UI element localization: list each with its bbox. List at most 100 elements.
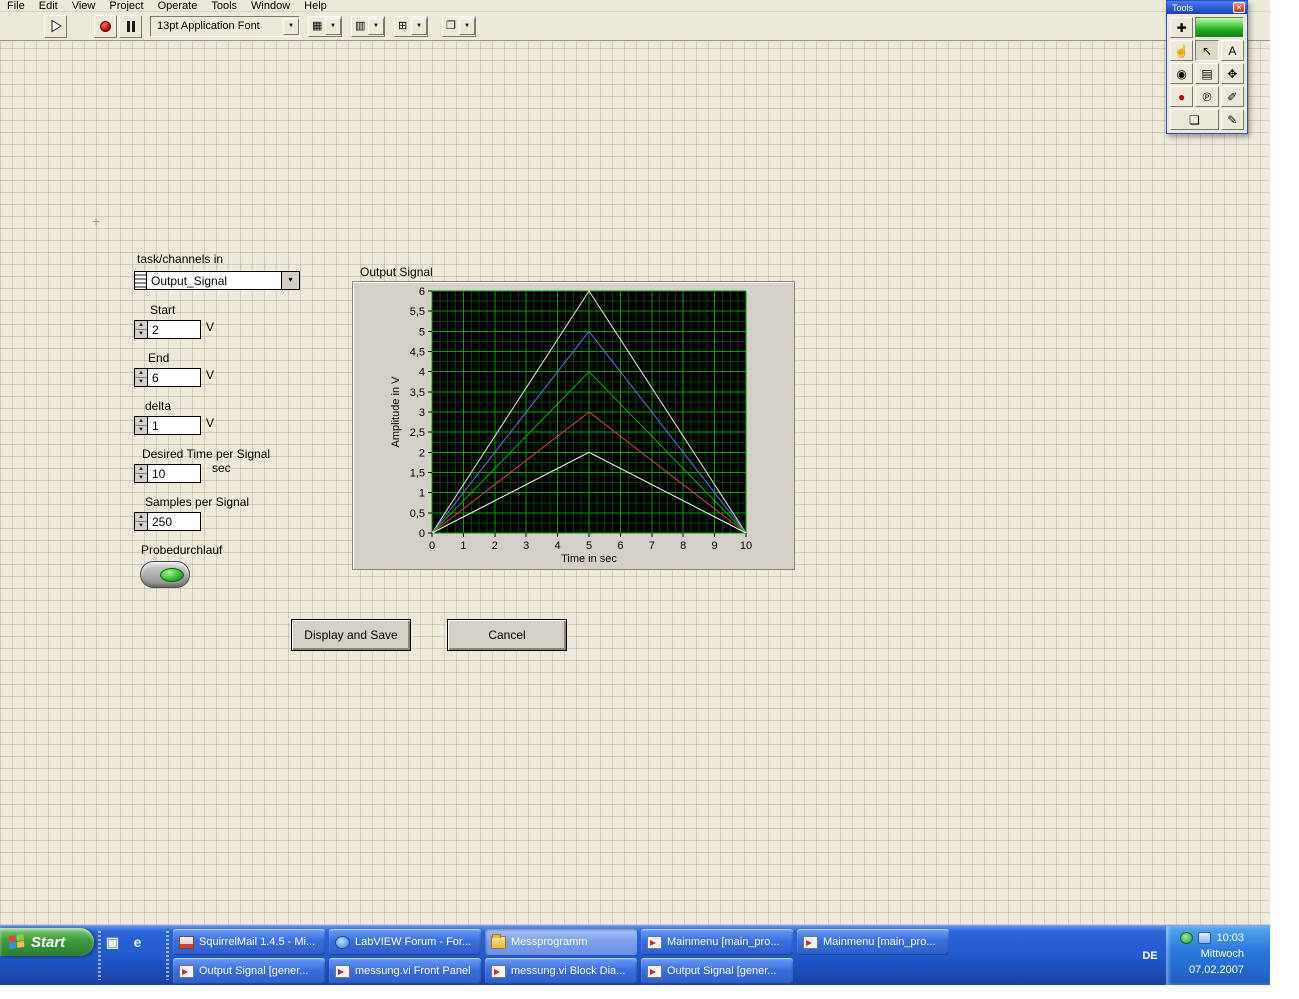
desired-time-label: Desired Time per Signal [142,447,271,461]
taskbar-button[interactable]: Messprogramm [485,929,637,955]
svg-text:1: 1 [460,540,466,552]
menu-help[interactable]: Help [297,0,334,11]
taskbar-separator[interactable] [166,931,169,980]
probedurchlauf-label: Probedurchlauf [141,543,223,557]
menu-view[interactable]: View [65,0,103,11]
taskbar-button-label: Mainmenu [main_pro... [667,936,780,948]
task-channels-value[interactable]: Output_Signal [146,271,282,290]
menu-edit[interactable]: Edit [32,0,65,11]
distribute-objects-dropdown[interactable]: ▥ ▼ [351,15,385,37]
delta-spinner[interactable]: ▲ ▼ [134,416,147,435]
desired-time-spinner[interactable]: ▲ ▼ [134,464,147,483]
taskbar-button[interactable]: messung.vi Block Dia... [485,958,637,984]
tray-display-icon[interactable] [1198,932,1212,944]
align-objects-dropdown[interactable]: ▦ ▼ [308,15,342,37]
increment-icon[interactable]: ▲ [135,369,147,378]
taskbar-button[interactable]: Output Signal [gener... [173,958,325,984]
probedurchlauf-button[interactable] [140,561,190,588]
start-spinner[interactable]: ▲ ▼ [134,320,147,339]
start-field[interactable] [147,320,201,339]
tools-palette-titlebar[interactable]: Tools ✕ [1167,1,1247,14]
tray-status-icon[interactable] [1180,932,1194,944]
taskbar-button[interactable]: Mainmenu [main_pro... [641,929,793,955]
set-breakpoint-tool[interactable]: ● [1170,86,1194,107]
taskbar-button-label: messung.vi Front Panel [355,965,471,977]
object-shortcut-menu-tool[interactable]: ▤ [1195,63,1219,84]
increment-icon[interactable]: ▲ [135,513,147,522]
font-selector[interactable]: 13pt Application Font ▼ [150,15,300,37]
menu-project[interactable]: Project [102,0,150,11]
start-control[interactable]: ▲ ▼ [134,320,201,339]
pause-button[interactable] [119,14,142,38]
resize-objects-icon: ⊞ [398,19,408,32]
set-color-tool[interactable]: ❏ [1170,109,1219,130]
desired-time-field[interactable] [147,464,201,483]
taskbar-separator[interactable] [98,931,101,980]
samples-spinner[interactable]: ▲ ▼ [134,512,147,531]
end-control[interactable]: ▲ ▼ [134,368,201,387]
taskbar-button[interactable]: SquirrelMail 1.4.5 - Mi... [173,929,325,955]
run-arrow-icon [51,19,62,33]
desired-time-control[interactable]: ▲ ▼ [134,464,201,483]
menu-file[interactable]: File [0,0,32,11]
internet-explorer-icon[interactable]: e [129,934,146,951]
chevron-down-icon[interactable]: ▼ [283,17,299,35]
decrement-icon[interactable]: ▼ [135,426,147,434]
task-row-2: Output Signal [gener... messung.vi Front … [173,958,793,984]
chevron-down-icon: ▼ [459,17,475,35]
labview-front-panel-window: File Edit View Project Operate Tools Window Hel… [0,0,1270,985]
green-led-icon [160,568,184,582]
increment-icon[interactable]: ▲ [135,465,147,474]
paint-tool[interactable]: ✎ [1220,109,1244,130]
samples-control[interactable]: ▲ ▼ [134,512,201,531]
task-channels-label: task/channels in [137,252,224,266]
abort-button[interactable] [94,14,117,38]
clock-time[interactable]: 10:03 [1216,932,1244,944]
svg-text:3: 3 [419,407,425,419]
resize-objects-dropdown[interactable]: ⊞ ▼ [394,15,428,37]
chevron-down-icon[interactable]: ▼ [282,271,300,290]
decrement-icon[interactable]: ▼ [135,378,147,386]
taskbar-button[interactable]: messung.vi Front Panel [329,958,481,984]
delta-control[interactable]: ▲ ▼ [134,416,201,435]
taskbar-button[interactable]: LabVIEW Forum - For... [329,929,481,955]
start-button[interactable]: Start [0,928,94,956]
increment-icon[interactable]: ▲ [135,417,147,426]
quick-launch-app-icon[interactable]: ▣ [104,934,121,951]
display-save-button[interactable]: Display and Save [291,619,411,651]
taskbar-button[interactable]: Output Signal [gener... [641,958,793,984]
samples-field[interactable] [147,512,201,531]
edit-text-tool[interactable]: A [1220,40,1244,61]
decrement-icon[interactable]: ▼ [135,474,147,482]
menu-operate[interactable]: Operate [151,0,205,11]
position-select-tool[interactable]: ↖ [1195,40,1219,61]
cancel-button[interactable]: Cancel [447,619,567,651]
waveform-graph[interactable]: 0 1 2 3 4 5 6 7 8 9 10 0 0,5 1 1,5 2 2,5 3 3,5 4 4,5 5 5,5 6 Tim… [352,281,795,570]
menu-tools[interactable]: Tools [204,0,244,11]
automatic-tool-select[interactable]: ✚ [1170,17,1194,38]
operate-value-tool[interactable]: ☝ [1170,40,1194,61]
end-field[interactable] [147,368,201,387]
decrement-icon[interactable]: ▼ [135,522,147,530]
run-button[interactable] [44,14,67,38]
font-selector-value: 13pt Application Font [157,20,260,32]
taskbar-button-label: messung.vi Block Dia... [511,965,626,977]
decrement-icon[interactable]: ▼ [135,330,147,338]
menu-items: File Edit View Project Operate Tools Window Hel… [0,0,1270,11]
reorder-objects-dropdown[interactable]: ❐ ▼ [442,15,476,37]
close-icon[interactable]: ✕ [1233,2,1245,13]
scroll-window-tool[interactable]: ✥ [1220,63,1244,84]
task-channels-combo[interactable]: Output_Signal ▼ [134,271,300,290]
svg-text:Amplitude in V: Amplitude in V [390,376,402,448]
end-spinner[interactable]: ▲ ▼ [134,368,147,387]
probe-data-tool[interactable]: ℗ [1195,86,1219,107]
desired-time-unit: sec [212,461,231,475]
panel-origin-marker: + [92,213,101,229]
delta-field[interactable] [147,416,201,435]
menu-window[interactable]: Window [244,0,297,11]
connect-wire-tool[interactable]: ◉ [1170,63,1194,84]
get-color-tool[interactable]: ✐ [1220,86,1244,107]
taskbar-button[interactable]: Mainmenu [main_pro... [797,929,949,955]
increment-icon[interactable]: ▲ [135,321,147,330]
language-indicator[interactable]: DE [1138,950,1162,962]
